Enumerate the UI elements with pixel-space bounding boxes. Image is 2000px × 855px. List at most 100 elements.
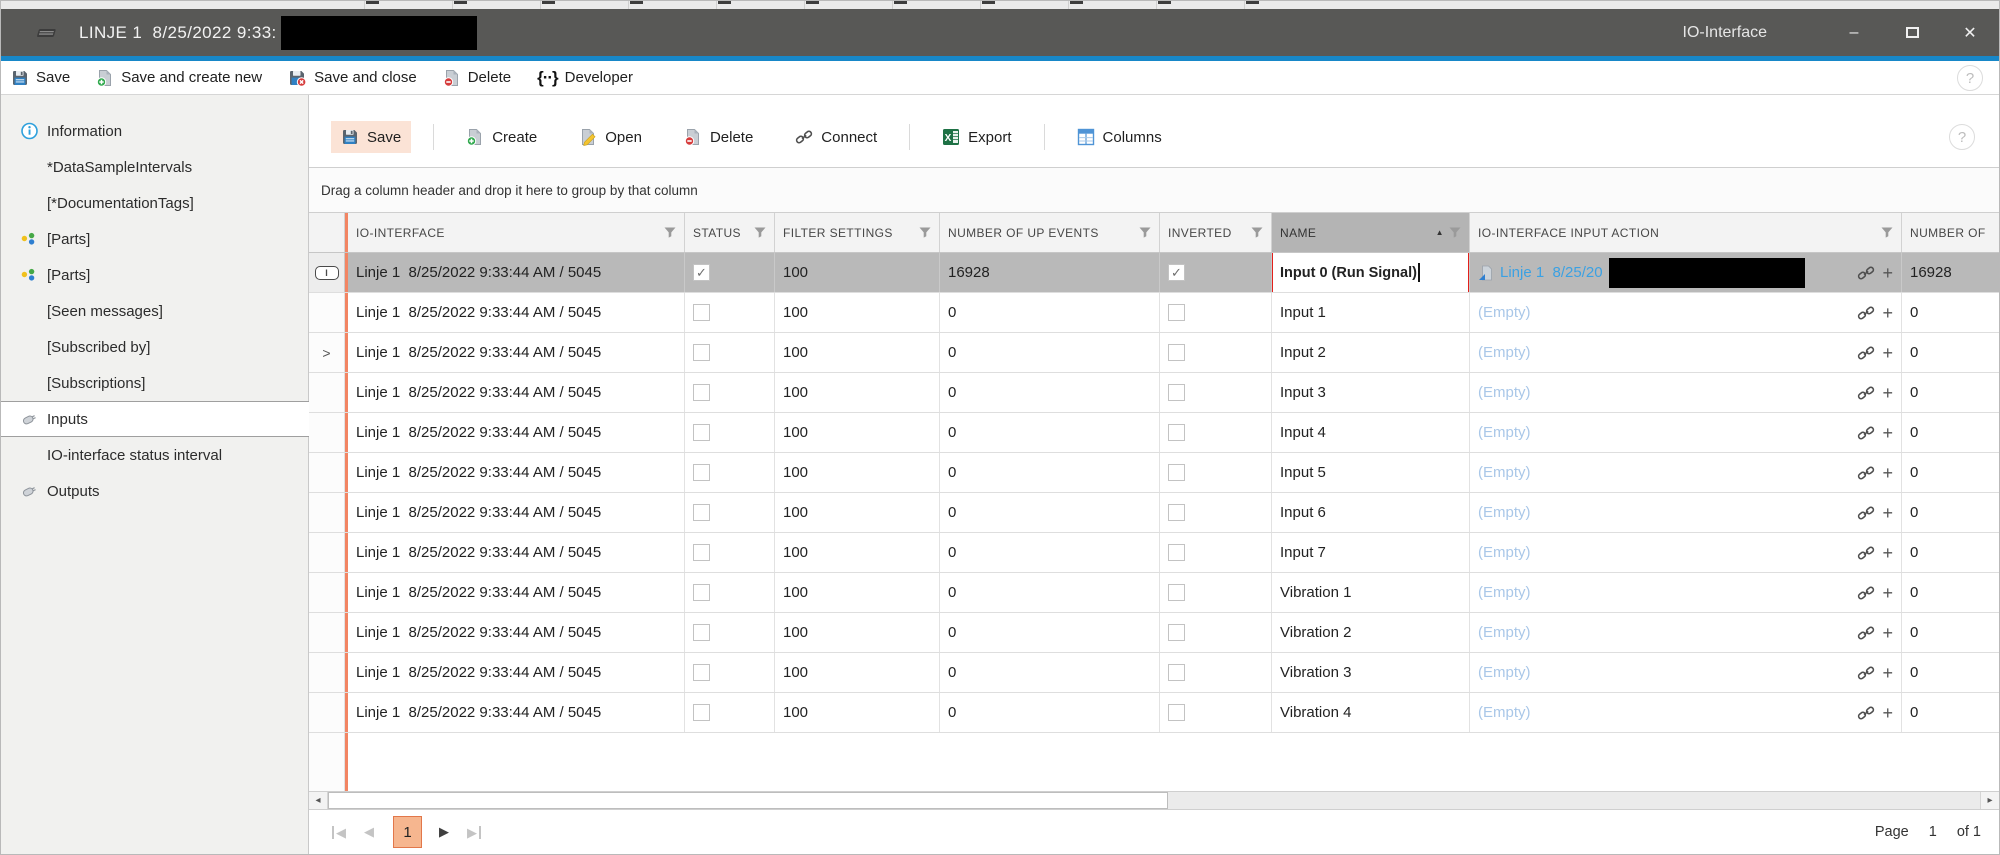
first-page-button[interactable]: ◀	[327, 825, 351, 840]
inverted-checkbox[interactable]	[1168, 624, 1185, 641]
cell-filter-settings[interactable]: 100	[775, 653, 940, 692]
cell-io-interface[interactable]: Linje 1 8/25/2022 9:33:44 AM / 5045	[345, 373, 685, 412]
scroll-left-button[interactable]: ◂	[309, 792, 328, 809]
column-header-number-of[interactable]: NUMBER OF	[1902, 213, 1999, 252]
column-header-name[interactable]: NAME▲	[1272, 213, 1470, 252]
cell-number-of-up-events[interactable]: 0	[940, 693, 1160, 732]
cell-inverted[interactable]	[1160, 373, 1272, 412]
grid-open-button[interactable]: Open	[569, 121, 652, 153]
inverted-checkbox[interactable]	[1168, 384, 1185, 401]
inverted-checkbox[interactable]	[1168, 664, 1185, 681]
filter-icon[interactable]	[664, 227, 676, 238]
link-icon[interactable]	[1857, 265, 1875, 281]
cell-name[interactable]: Vibration 3	[1272, 653, 1470, 692]
cell-name[interactable]: Input 7	[1272, 533, 1470, 572]
sidebar-item-inputs[interactable]: Inputs	[1, 401, 309, 437]
link-icon[interactable]	[1857, 625, 1875, 641]
developer-button[interactable]: {··} Developer	[537, 68, 633, 88]
add-icon[interactable]: +	[1882, 344, 1893, 362]
status-checkbox[interactable]	[693, 384, 710, 401]
sidebar-item-information[interactable]: Information	[1, 113, 308, 149]
cell-number-of[interactable]: 0	[1902, 613, 1999, 652]
cell-number-of[interactable]: 0	[1902, 413, 1999, 452]
column-header-inverted[interactable]: INVERTED	[1160, 213, 1272, 252]
cell-io-interface-input-action[interactable]: Linje 1 8/25/20+	[1470, 253, 1902, 292]
inverted-checkbox[interactable]	[1168, 504, 1185, 521]
row-expand-icon[interactable]: >	[322, 345, 330, 361]
cell-inverted[interactable]	[1160, 293, 1272, 332]
cell-io-interface-input-action[interactable]: (Empty)+	[1470, 333, 1902, 372]
cell-status[interactable]	[685, 693, 775, 732]
cell-filter-settings[interactable]: 100	[775, 413, 940, 452]
inverted-checkbox[interactable]	[1168, 544, 1185, 561]
table-row[interactable]: Linje 1 8/25/2022 9:33:44 AM / 50451000V…	[309, 573, 1999, 613]
status-checkbox[interactable]	[693, 624, 710, 641]
cell-io-interface-input-action[interactable]: (Empty)+	[1470, 373, 1902, 412]
cell-number-of-up-events[interactable]: 0	[940, 413, 1160, 452]
sidebar-item-outputs[interactable]: Outputs	[1, 473, 308, 509]
cell-status[interactable]	[685, 413, 775, 452]
sidebar-item-documentationtags[interactable]: [*DocumentationTags]	[1, 185, 308, 221]
cell-number-of-up-events[interactable]: 0	[940, 573, 1160, 612]
cell-name[interactable]: Input 4	[1272, 413, 1470, 452]
link-icon[interactable]	[1857, 705, 1875, 721]
cell-io-interface-input-action[interactable]: (Empty)+	[1470, 653, 1902, 692]
cell-status[interactable]	[685, 453, 775, 492]
cell-number-of[interactable]: 0	[1902, 373, 1999, 412]
cell-io-interface[interactable]: Linje 1 8/25/2022 9:33:44 AM / 5045	[345, 653, 685, 692]
filter-icon[interactable]	[1251, 227, 1263, 238]
cell-filter-settings[interactable]: 100	[775, 493, 940, 532]
add-icon[interactable]: +	[1882, 664, 1893, 682]
cell-filter-settings[interactable]: 100	[775, 573, 940, 612]
cell-number-of-up-events[interactable]: 0	[940, 453, 1160, 492]
column-header-filter-settings[interactable]: FILTER SETTINGS	[775, 213, 940, 252]
status-checkbox[interactable]	[693, 544, 710, 561]
table-row[interactable]: Linje 1 8/25/2022 9:33:44 AM / 50451000I…	[309, 413, 1999, 453]
inverted-checkbox[interactable]	[1168, 464, 1185, 481]
table-row[interactable]: Linje 1 8/25/2022 9:33:44 AM / 50451000I…	[309, 453, 1999, 493]
cell-filter-settings[interactable]: 100	[775, 533, 940, 572]
add-icon[interactable]: +	[1882, 464, 1893, 482]
link-icon[interactable]	[1857, 505, 1875, 521]
help-button[interactable]: ?	[1957, 65, 1983, 91]
grid-help-button[interactable]: ?	[1949, 124, 1975, 150]
link-icon[interactable]	[1857, 345, 1875, 361]
cell-status[interactable]	[685, 293, 775, 332]
table-row[interactable]: >Linje 1 8/25/2022 9:33:44 AM / 50451000…	[309, 333, 1999, 373]
cell-filter-settings[interactable]: 100	[775, 293, 940, 332]
cell-io-interface[interactable]: Linje 1 8/25/2022 9:33:44 AM / 5045	[345, 573, 685, 612]
cell-number-of[interactable]: 0	[1902, 333, 1999, 372]
cell-io-interface-input-action[interactable]: (Empty)+	[1470, 293, 1902, 332]
link-icon[interactable]	[1857, 465, 1875, 481]
cell-filter-settings[interactable]: 100	[775, 253, 940, 292]
cell-number-of-up-events[interactable]: 0	[940, 293, 1160, 332]
sidebar-item-datasampleintervals[interactable]: *DataSampleIntervals	[1, 149, 308, 185]
sidebar-item-subscriptions[interactable]: [Subscriptions]	[1, 365, 308, 401]
last-page-button[interactable]: ▶	[462, 825, 486, 840]
add-icon[interactable]: +	[1882, 624, 1893, 642]
cell-name[interactable]: Input 2	[1272, 333, 1470, 372]
status-checkbox[interactable]	[693, 424, 710, 441]
cell-io-interface[interactable]: Linje 1 8/25/2022 9:33:44 AM / 5045	[345, 333, 685, 372]
cell-name[interactable]: Input 1	[1272, 293, 1470, 332]
cell-number-of[interactable]: 0	[1902, 293, 1999, 332]
cell-filter-settings[interactable]: 100	[775, 453, 940, 492]
column-header-io-interface[interactable]: IO-INTERFACE	[345, 213, 685, 252]
sidebar-item-io-interface-status-interval[interactable]: IO-interface status interval	[1, 437, 308, 473]
cell-status[interactable]	[685, 333, 775, 372]
filter-icon[interactable]	[919, 227, 931, 238]
cell-number-of-up-events[interactable]: 0	[940, 653, 1160, 692]
table-row[interactable]: Linje 1 8/25/2022 9:33:44 AM / 50451000I…	[309, 533, 1999, 573]
inverted-checkbox[interactable]	[1168, 424, 1185, 441]
cell-number-of[interactable]: 16928	[1902, 253, 1999, 292]
grid-save-button[interactable]: Save	[331, 121, 411, 153]
link-icon[interactable]	[1857, 545, 1875, 561]
cell-number-of-up-events[interactable]: 0	[940, 493, 1160, 532]
cell-io-interface-input-action[interactable]: (Empty)+	[1470, 693, 1902, 732]
cell-io-interface[interactable]: Linje 1 8/25/2022 9:33:44 AM / 5045	[345, 293, 685, 332]
link-icon[interactable]	[1857, 425, 1875, 441]
group-by-drop-zone[interactable]: Drag a column header and drop it here to…	[309, 167, 1999, 213]
save-and-close-button[interactable]: Save and close	[288, 69, 417, 87]
cell-io-interface[interactable]: Linje 1 8/25/2022 9:33:44 AM / 5045	[345, 693, 685, 732]
column-header-status[interactable]: STATUS	[685, 213, 775, 252]
